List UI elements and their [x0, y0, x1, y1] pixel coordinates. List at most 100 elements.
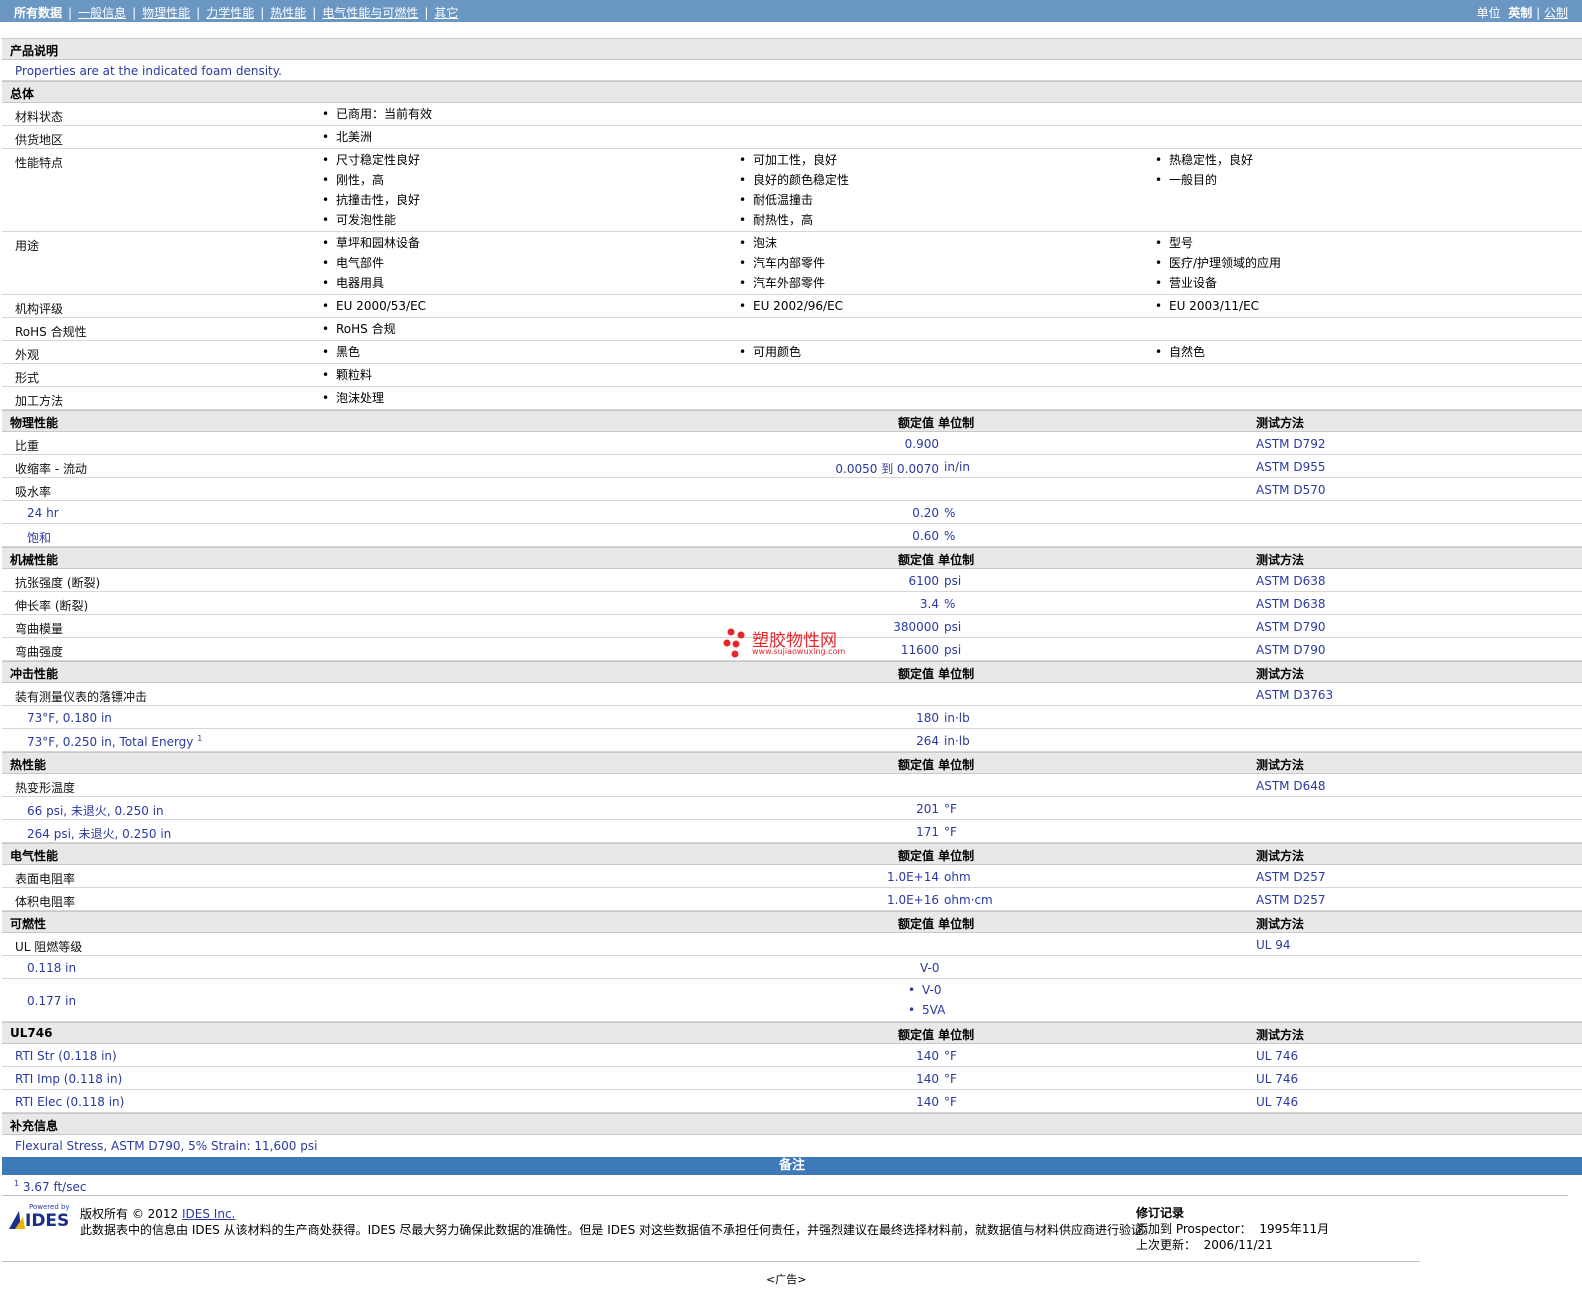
- label-uses: 用途: [15, 239, 40, 253]
- note-text: 3.67 ft/sec: [22, 1180, 87, 1194]
- row-hdt: 热变形温度 ASTM D648: [2, 774, 1582, 797]
- row-dart-1: 73°F, 0.180 in 180 in·lb: [2, 706, 1582, 729]
- feature-item: 刚性，高: [336, 170, 420, 190]
- appearance-item: 可用颜色: [753, 342, 801, 362]
- region-value: 北美洲: [336, 127, 372, 147]
- nav-general[interactable]: 一般信息: [78, 6, 126, 20]
- process-value: 泡沫处理: [336, 388, 384, 408]
- section-header-electrical: 电气性能 额定值 单位制 测试方法: [2, 843, 1582, 865]
- nav-all-data[interactable]: 所有数据: [14, 6, 62, 20]
- row-ul-rating: UL 阻燃等级 UL 94: [2, 933, 1582, 956]
- label-appearance: 外观: [15, 348, 40, 362]
- feature-item: 良好的颜色稳定性: [753, 170, 849, 190]
- revision-history: 修订记录 添加到 Prospector： 1995年11月 上次更新： 2006…: [1136, 1206, 1330, 1252]
- unit-english[interactable]: 英制: [1508, 6, 1532, 20]
- label-rohs: RoHS 合规性: [15, 325, 87, 339]
- row-form: 形式 颗粒料: [2, 364, 1582, 387]
- ad-label: <广告>: [766, 1273, 807, 1286]
- units-label: 单位: [1476, 6, 1501, 20]
- section-header-thermal: 热性能 额定值 单位制 测试方法: [2, 752, 1582, 774]
- row-volume-resistivity: 体积电阻率 1.0E+16 ohm·cm ASTM D257: [2, 888, 1582, 911]
- agency-item: EU 2000/53/EC: [336, 296, 426, 316]
- label-region: 供货地区: [15, 133, 64, 147]
- use-item: 草坪和园林设备: [336, 233, 420, 253]
- row-ul-0118: 0.118 in V-0: [2, 956, 1582, 979]
- feature-item: 热稳定性，良好: [1169, 150, 1253, 170]
- nav-thermal[interactable]: 热性能: [270, 6, 306, 20]
- section-header-ul746: UL746 额定值 单位制 测试方法: [2, 1022, 1582, 1044]
- supplement-text: Flexural Stress, ASTM D790, 5% Strain: 1…: [15, 1139, 318, 1153]
- section-header-impact: 冲击性能 额定值 单位制 测试方法: [2, 661, 1582, 683]
- row-status: 材料状态 已商用：当前有效: [2, 103, 1582, 126]
- section-nav: 所有数据 | 一般信息 | 物理性能 | 力学性能 | 热性能 | 电气性能与可燃性 | 其它: [14, 6, 459, 20]
- row-features: 性能特点 尺寸稳定性良好 刚性，高 抗撞击性，良好 可发泡性能 可加工性，良好 …: [2, 149, 1582, 232]
- row-rohs: RoHS 合规性 RoHS 合规: [2, 318, 1582, 341]
- supplement-row: Flexural Stress, ASTM D790, 5% Strain: 1…: [2, 1135, 1582, 1157]
- row-elongation: 伸长率 (断裂) 3.4 % ASTM D638: [2, 592, 1582, 615]
- rohs-value: RoHS 合规: [336, 319, 396, 339]
- footer: Powered by IDES 版权所有 © 2012 IDES Inc. 此数…: [2, 1195, 1582, 1296]
- label-form: 形式: [15, 371, 40, 385]
- row-specific-gravity: 比重 0.900 ASTM D792: [2, 432, 1582, 455]
- ul-rating-item: V-0: [922, 980, 945, 1000]
- ul-rating-item: 5VA: [922, 1000, 945, 1020]
- row-shrinkage: 收缩率 - 流动 0.0050 到 0.0070 in/in ASTM D955: [2, 455, 1582, 478]
- appearance-item: 黑色: [336, 342, 360, 362]
- label-features: 性能特点: [15, 156, 64, 170]
- row-dart-2: 73°F, 0.250 in, Total Energy 1 264 in·lb: [2, 729, 1582, 752]
- feature-item: 可加工性，良好: [753, 150, 849, 170]
- notes-header: 备注: [2, 1157, 1582, 1175]
- form-value: 颗粒料: [336, 365, 372, 385]
- product-desc-text: Properties are at the indicated foam den…: [15, 64, 282, 78]
- label-agency: 机构评级: [15, 302, 64, 316]
- feature-item: 耐热性，高: [753, 210, 849, 230]
- datasheet: 产品说明 Properties are at the indicated foa…: [2, 38, 1582, 1197]
- use-item: 泡沫: [753, 233, 825, 253]
- use-item: 电器用具: [336, 273, 420, 293]
- use-item: 汽车内部零件: [753, 253, 825, 273]
- product-desc-row: Properties are at the indicated foam den…: [2, 60, 1582, 81]
- row-dart-impact: 装有测量仪表的落镖冲击 ASTM D3763: [2, 683, 1582, 706]
- nav-mechanical[interactable]: 力学性能: [206, 6, 254, 20]
- section-header-physical: 物理性能 额定值 单位制 测试方法: [2, 410, 1582, 432]
- feature-item: 一般目的: [1169, 170, 1253, 190]
- feature-item: 尺寸稳定性良好: [336, 150, 420, 170]
- row-uses: 用途 草坪和园林设备 电气部件 电器用具 泡沫 汽车内部零件 汽车外部零件 型号…: [2, 232, 1582, 295]
- feature-item: 耐低温撞击: [753, 190, 849, 210]
- nav-other[interactable]: 其它: [434, 6, 458, 20]
- copyright: 版权所有 © 2012 IDES Inc.: [80, 1207, 236, 1221]
- row-water-absorption: 吸水率 ASTM D570: [2, 478, 1582, 501]
- notes-row: 1 3.67 ft/sec: [14, 1179, 87, 1194]
- row-hdt-264: 264 psi, 未退火, 0.250 in 171 °F: [2, 820, 1582, 843]
- disclaimer: 此数据表中的信息由 IDES 从该材料的生产商处获得。IDES 尽最大努力确保此…: [80, 1223, 1156, 1237]
- row-agency: 机构评级 EU 2000/53/EC EU 2002/96/EC EU 2003…: [2, 295, 1582, 318]
- section-header-general: 总体: [2, 81, 1582, 103]
- use-item: 汽车外部零件: [753, 273, 825, 293]
- label-status: 材料状态: [15, 110, 64, 124]
- top-nav-bar: 所有数据 | 一般信息 | 物理性能 | 力学性能 | 热性能 | 电气性能与可燃性 | 其它 单位 英…: [0, 0, 1582, 22]
- row-ul-0177: 0.177 in V-0 5VA: [2, 979, 1582, 1022]
- row-water-24hr: 24 hr 0.20 %: [2, 501, 1582, 524]
- unit-metric[interactable]: 公制: [1544, 6, 1568, 20]
- row-region: 供货地区 北美洲: [2, 126, 1582, 149]
- agency-item: EU 2003/11/EC: [1169, 296, 1259, 316]
- nav-physical[interactable]: 物理性能: [142, 6, 190, 20]
- row-tensile-strength: 抗张强度 (断裂) 6100 psi ASTM D638: [2, 569, 1582, 592]
- section-header-product-desc: 产品说明: [2, 38, 1582, 60]
- ides-link[interactable]: IDES Inc.: [182, 1207, 235, 1221]
- appearance-item: 自然色: [1169, 342, 1205, 362]
- unit-switcher: 单位 英制 | 公制: [1476, 6, 1568, 20]
- use-item: 医疗/护理领域的应用: [1169, 253, 1281, 273]
- nav-electrical[interactable]: 电气性能与可燃性: [322, 6, 418, 20]
- use-item: 电气部件: [336, 253, 420, 273]
- section-header-supplement: 补充信息: [2, 1113, 1582, 1135]
- use-item: 型号: [1169, 233, 1281, 253]
- row-process: 加工方法 泡沫处理: [2, 387, 1582, 410]
- feature-item: 可发泡性能: [336, 210, 420, 230]
- row-water-saturation: 饱和 0.60 %: [2, 524, 1582, 547]
- row-hdt-66: 66 psi, 未退火, 0.250 in 201 °F: [2, 797, 1582, 820]
- watermark-logo: 塑胶物性网 www.sujiaowuxing.com: [722, 626, 852, 660]
- row-surface-resistivity: 表面电阻率 1.0E+14 ohm ASTM D257: [2, 865, 1582, 888]
- row-appearance: 外观 黑色 可用颜色 自然色: [2, 341, 1582, 364]
- row-rti-elec: RTI Elec (0.118 in) 140 °F UL 746: [2, 1090, 1582, 1113]
